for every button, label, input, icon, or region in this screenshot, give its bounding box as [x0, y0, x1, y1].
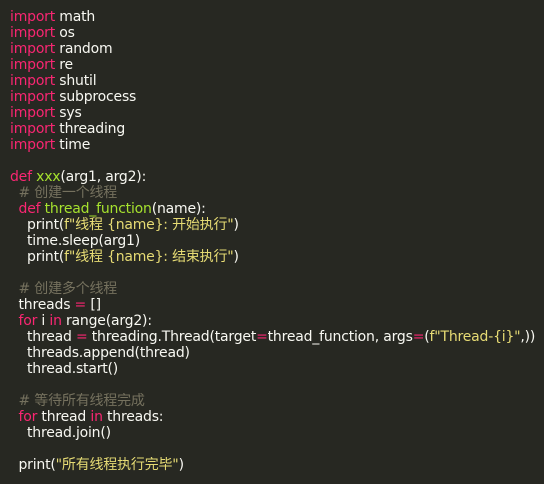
code-line[interactable]: thread.start() [10, 361, 544, 377]
code-line[interactable] [10, 441, 544, 457]
code-text: threads [10, 297, 75, 313]
code-keyword: in [90, 409, 103, 425]
code-line[interactable]: print(f"线程 {name}: 结束执行") [10, 249, 544, 265]
code-line[interactable] [10, 265, 544, 281]
code-keyword: import [10, 73, 56, 89]
code-text: (arg1, arg2): [60, 169, 147, 185]
code-keyword: = [74, 297, 87, 313]
code-line[interactable]: # 等待所有线程完成 [10, 393, 544, 409]
code-string: f"线程 {name}: 结束执行" [64, 249, 234, 265]
code-string: f"线程 {name}: 开始执行" [64, 217, 234, 233]
code-function-name: xxx [36, 169, 61, 185]
code-string: f"Thread-{i}" [429, 329, 521, 345]
code-text: thread [10, 329, 76, 345]
code-keyword: import [10, 41, 56, 57]
code-text: re [55, 57, 73, 73]
code-text: threads.append(thread) [10, 345, 190, 361]
code-keyword: def [18, 201, 41, 217]
code-text: ) [178, 457, 184, 473]
code-line[interactable]: def xxx(arg1, arg2): [10, 169, 544, 185]
code-text: threading.Thread(target [87, 329, 257, 345]
code-line[interactable]: import os [10, 25, 544, 41]
code-keyword: = [75, 329, 88, 345]
code-text: ) [233, 249, 239, 265]
code-text: print( [10, 249, 65, 265]
code-line[interactable]: threads.append(thread) [10, 345, 544, 361]
code-line[interactable]: import subprocess [10, 89, 544, 105]
code-keyword: import [10, 105, 56, 121]
code-keyword: import [10, 121, 56, 137]
code-line[interactable] [10, 153, 544, 169]
code-text: ,)) [520, 329, 536, 345]
code-line[interactable]: print(f"线程 {name}: 开始执行") [10, 217, 544, 233]
code-text: os [55, 25, 75, 41]
code-line[interactable]: for i in range(arg2): [10, 313, 544, 329]
code-keyword: for [18, 409, 38, 425]
code-line[interactable]: print("所有线程执行完毕") [10, 457, 544, 473]
code-keyword: import [10, 89, 56, 105]
code-text: threads: [102, 409, 164, 425]
code-keyword: import [10, 137, 56, 153]
code-keyword: in [49, 313, 62, 329]
code-line[interactable]: import time [10, 137, 544, 153]
code-text: subprocess [55, 89, 137, 105]
code-text: random [55, 41, 113, 57]
code-text: thread.join() [10, 425, 111, 441]
code-line[interactable]: import math [10, 9, 544, 25]
code-comment: # 等待所有线程完成 [18, 393, 145, 409]
code-line[interactable]: for thread in threads: [10, 409, 544, 425]
code-line[interactable]: time.sleep(arg1) [10, 233, 544, 249]
code-line[interactable]: # 创建一个线程 [10, 185, 544, 201]
code-text: shutil [55, 73, 97, 89]
code-keyword: import [10, 9, 56, 25]
code-text: [] [86, 297, 101, 313]
code-line[interactable]: import shutil [10, 73, 544, 89]
code-line[interactable]: # 创建多个线程 [10, 281, 544, 297]
code-text: print( [10, 457, 56, 473]
code-line[interactable]: import sys [10, 105, 544, 121]
code-line[interactable]: thread = threading.Thread(target=thread_… [10, 329, 544, 345]
code-keyword: for [18, 313, 38, 329]
code-text: threading [55, 121, 126, 137]
code-text: thread [37, 409, 91, 425]
code-text: time [55, 137, 91, 153]
code-text: range(arg2): [61, 313, 152, 329]
code-comment: # 创建多个线程 [18, 281, 118, 297]
code-line[interactable]: def thread_function(name): [10, 201, 544, 217]
code-line[interactable]: import re [10, 57, 544, 73]
code-text: time.sleep(arg1) [10, 233, 140, 249]
code-line[interactable]: import random [10, 41, 544, 57]
code-text: print( [10, 217, 65, 233]
code-keyword: import [10, 25, 56, 41]
code-text: thread.start() [10, 361, 119, 377]
code-text: (name): [151, 201, 206, 217]
code-string: "所有线程执行完毕" [55, 457, 179, 473]
code-line[interactable] [10, 377, 544, 393]
code-keyword: def [10, 169, 32, 185]
code-keyword: import [10, 57, 56, 73]
code-keyword: = [256, 329, 268, 345]
code-keyword: = [412, 329, 425, 345]
code-line[interactable]: threads = [] [10, 297, 544, 313]
code-text: thread_function, args [267, 329, 413, 345]
code-text: sys [55, 105, 82, 121]
code-function-name: thread_function [44, 201, 152, 217]
code-text: ) [233, 217, 239, 233]
code-comment: # 创建一个线程 [18, 185, 118, 201]
code-text: i [37, 313, 50, 329]
code-line[interactable]: thread.join() [10, 425, 544, 441]
code-line[interactable]: import threading [10, 121, 544, 137]
code-text: math [55, 9, 96, 25]
code-editor[interactable]: import math import os import random import … [10, 9, 544, 473]
